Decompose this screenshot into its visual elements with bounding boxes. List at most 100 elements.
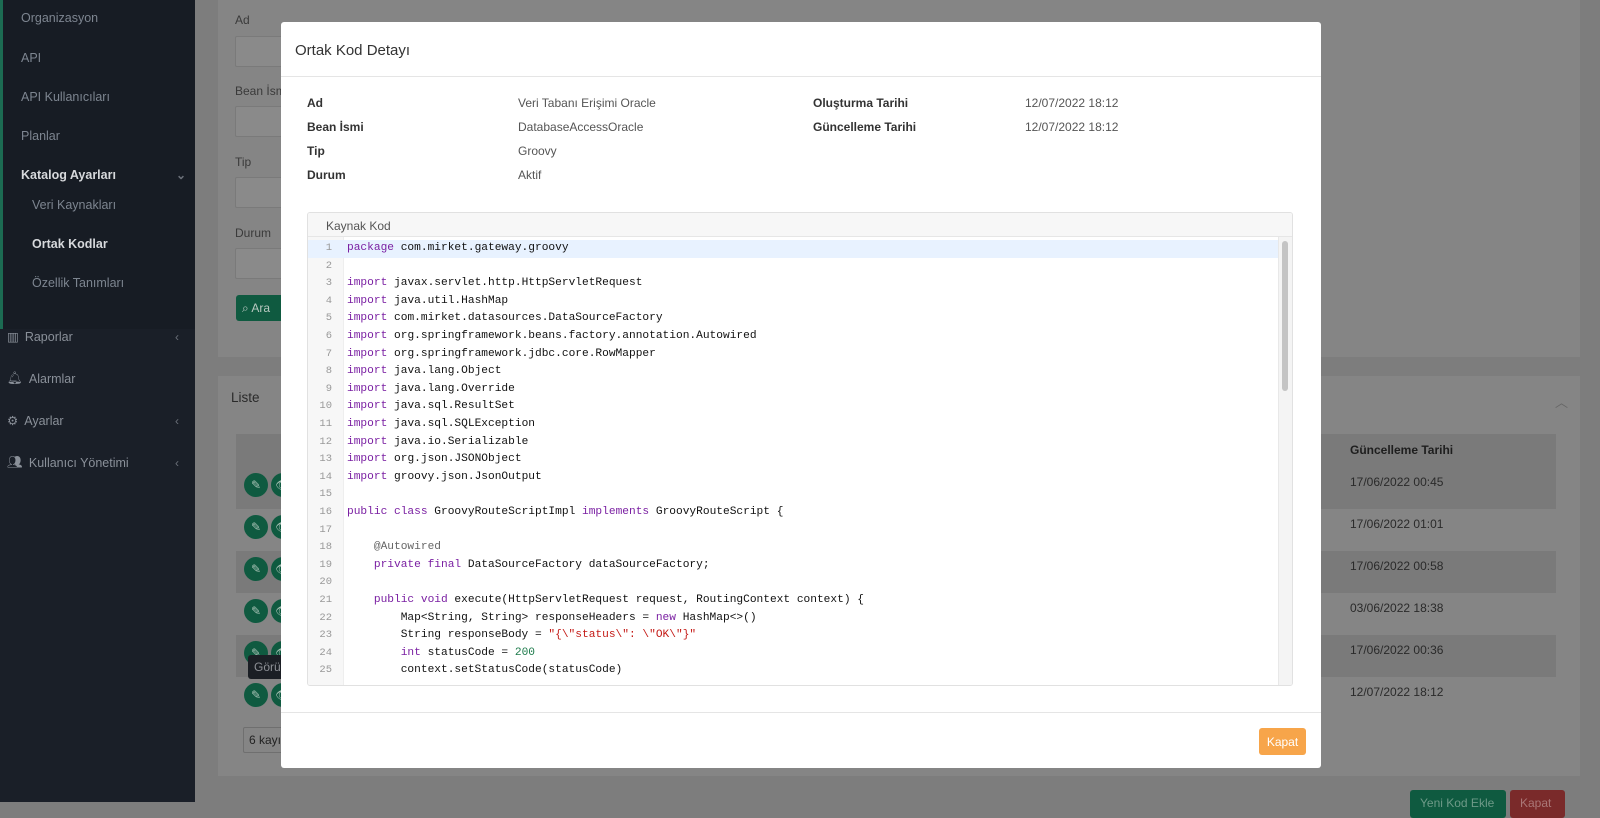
field-label: Oluşturma Tarihi — [813, 96, 909, 110]
field-label: Durum — [307, 168, 346, 182]
sidebar-item-api[interactable]: API — [21, 51, 41, 65]
field-value: DatabaseAccessOracle — [518, 120, 644, 134]
code-line: 1 package com.mirket.gateway.groovy — [308, 240, 1278, 258]
line-number: 7 — [325, 347, 332, 360]
code-text: import org.json.JSONObject — [347, 453, 522, 466]
edit-button[interactable]: ✎ — [244, 515, 268, 539]
field-label: Tip — [307, 144, 325, 158]
pencil-icon: ✎ — [250, 520, 262, 534]
sidebar-item-raporlar[interactable]: ▥ Raporlar ‹ — [7, 329, 187, 345]
updated-date-cell: 12/07/2022 18:12 — [1350, 685, 1444, 699]
field-value: 12/07/2022 18:12 — [1025, 96, 1119, 110]
sidebar-item-kullanici[interactable]: 👥︎ Kullanıcı Yönetimi ‹ — [7, 455, 187, 470]
edit-button[interactable]: ✎ — [244, 683, 268, 707]
modal-footer — [281, 712, 1321, 713]
search-button[interactable]: ⌕ Ara — [236, 295, 286, 321]
code-text: import java.sql.SQLException — [347, 418, 535, 430]
sidebar-item-ayarlar[interactable]: ⚙ Ayarlar ‹ — [7, 413, 187, 429]
chevron-left-icon: ‹ — [175, 413, 179, 428]
close-page-button[interactable]: Kapat — [1510, 790, 1565, 818]
code-line: 22 Map<String, String> responseHeaders =… — [308, 610, 1278, 628]
code-text: import com.mirket.datasources.DataSource… — [347, 312, 663, 325]
sidebar-item-organizasyon[interactable]: Organizasyon — [21, 11, 98, 25]
source-code-panel: Kaynak Kod 1 package com.mirket.gateway.g… — [307, 212, 1293, 686]
field-label: Güncelleme Tarihi — [813, 120, 917, 134]
sidebar-item-veri-kaynaklari[interactable]: Veri Kaynakları — [32, 198, 116, 212]
pencil-icon: ✎ — [250, 478, 262, 492]
edit-button[interactable]: ✎ — [244, 557, 268, 581]
sidebar-item-label: Alarmlar — [28, 371, 76, 386]
edit-button[interactable]: ✎ — [244, 473, 268, 497]
pencil-icon: ✎ — [250, 688, 262, 702]
code-line: 24 int statusCode = 200 — [308, 645, 1278, 663]
code-text: String responseBody = "{\"status\": \"OK… — [347, 629, 697, 642]
sidebar-item-label: Ayarlar — [24, 413, 64, 428]
line-number: 6 — [325, 330, 332, 342]
code-line: 13 import org.json.JSONObject — [308, 451, 1278, 469]
code-line: 11 import java.sql.SQLException — [308, 416, 1278, 434]
chevron-up-icon[interactable]: ︿ — [1555, 392, 1568, 411]
sidebar-item-katalog[interactable]: Katalog Ayarları ⌄ — [21, 168, 186, 182]
code-line: 12 import java.io.Serializable — [308, 434, 1278, 452]
line-number: 18 — [319, 541, 332, 554]
field-value: Aktif — [518, 168, 542, 182]
line-number: 17 — [319, 523, 332, 536]
chevron-left-icon: ‹ — [175, 329, 179, 344]
new-code-button[interactable]: Yeni Kod Ekle — [1410, 790, 1506, 818]
scrollbar-thumb[interactable] — [1282, 241, 1288, 391]
pencil-icon: ✎ — [250, 604, 262, 618]
source-code-title: Kaynak Kod — [308, 213, 1292, 237]
chevron-down-icon: ⌄ — [175, 168, 186, 182]
line-number: 14 — [319, 470, 332, 483]
modal-close-button[interactable]: Kapat — [1259, 728, 1306, 755]
updated-date-cell: 17/06/2022 00:58 — [1350, 559, 1444, 573]
updated-date-cell: 03/06/2022 18:38 — [1350, 601, 1444, 615]
sidebar-item-planlar[interactable]: Planlar — [21, 129, 60, 143]
sidebar-item-label: Raporlar — [24, 329, 73, 344]
gears-icon: ⚙ — [7, 414, 19, 428]
code-text: public void execute(HttpServletRequest r… — [347, 594, 864, 606]
edit-button[interactable]: ✎ — [244, 599, 268, 623]
sidebar-item-ozellik[interactable]: Özellik Tanımları — [32, 276, 124, 290]
line-number: 11 — [319, 418, 332, 430]
sidebar-item-ortak-kodlar[interactable]: Ortak Kodlar — [32, 237, 108, 251]
code-text: package com.mirket.gateway.groovy — [347, 242, 569, 254]
code-text: @Autowired — [347, 541, 441, 554]
code-line: 10 import java.sql.ResultSet — [308, 398, 1278, 416]
sidebar-item-api-users[interactable]: API Kullanıcıları — [21, 90, 110, 104]
code-editor[interactable]: 1 package com.mirket.gateway.groovy 2 3 impo… — [308, 237, 1292, 685]
code-line: 2 — [308, 258, 1278, 276]
label-durum: Durum — [235, 226, 272, 240]
code-text: private final DataSourceFactory dataSour… — [347, 558, 710, 571]
line-number: 19 — [319, 558, 332, 571]
line-number: 3 — [325, 277, 332, 290]
code-text: import java.lang.Object — [347, 365, 502, 378]
line-number: 10 — [319, 400, 332, 413]
code-text: int statusCode = 200 — [347, 646, 535, 659]
code-line: 18 @Autowired — [308, 539, 1278, 557]
code-detail-modal: Ortak Kod Detayı Ad Veri Tabanı Erişimi O… — [281, 22, 1321, 768]
line-number: 23 — [319, 629, 332, 642]
code-line: 14 import groovy.json.JsonOutput — [308, 469, 1278, 487]
code-text: import java.io.Serializable — [347, 435, 529, 448]
line-number: 20 — [319, 576, 332, 589]
code-line: 19 private final DataSourceFactory dataS… — [308, 557, 1278, 575]
line-number: 25 — [319, 664, 332, 677]
line-number: 21 — [319, 594, 332, 606]
scrollbar[interactable] — [1278, 237, 1292, 685]
code-text: import java.sql.ResultSet — [347, 400, 515, 413]
field-value: Veri Tabanı Erişimi Oracle — [518, 96, 656, 110]
code-text: import javax.servlet.http.HttpServletReq… — [347, 277, 643, 290]
line-number: 5 — [325, 312, 332, 325]
sidebar-item-label: Katalog Ayarları — [21, 168, 116, 182]
line-number: 22 — [319, 611, 332, 624]
line-number: 13 — [319, 453, 332, 466]
line-number: 9 — [325, 382, 332, 395]
column-guncelleme: Güncelleme Tarihi — [1350, 443, 1454, 457]
updated-date-cell: 17/06/2022 00:36 — [1350, 643, 1444, 657]
sidebar-item-alarmlar[interactable]: 🔔︎ Alarmlar — [7, 371, 187, 386]
line-number: 24 — [319, 646, 332, 659]
code-line: 21 public void execute(HttpServletReques… — [308, 592, 1278, 610]
